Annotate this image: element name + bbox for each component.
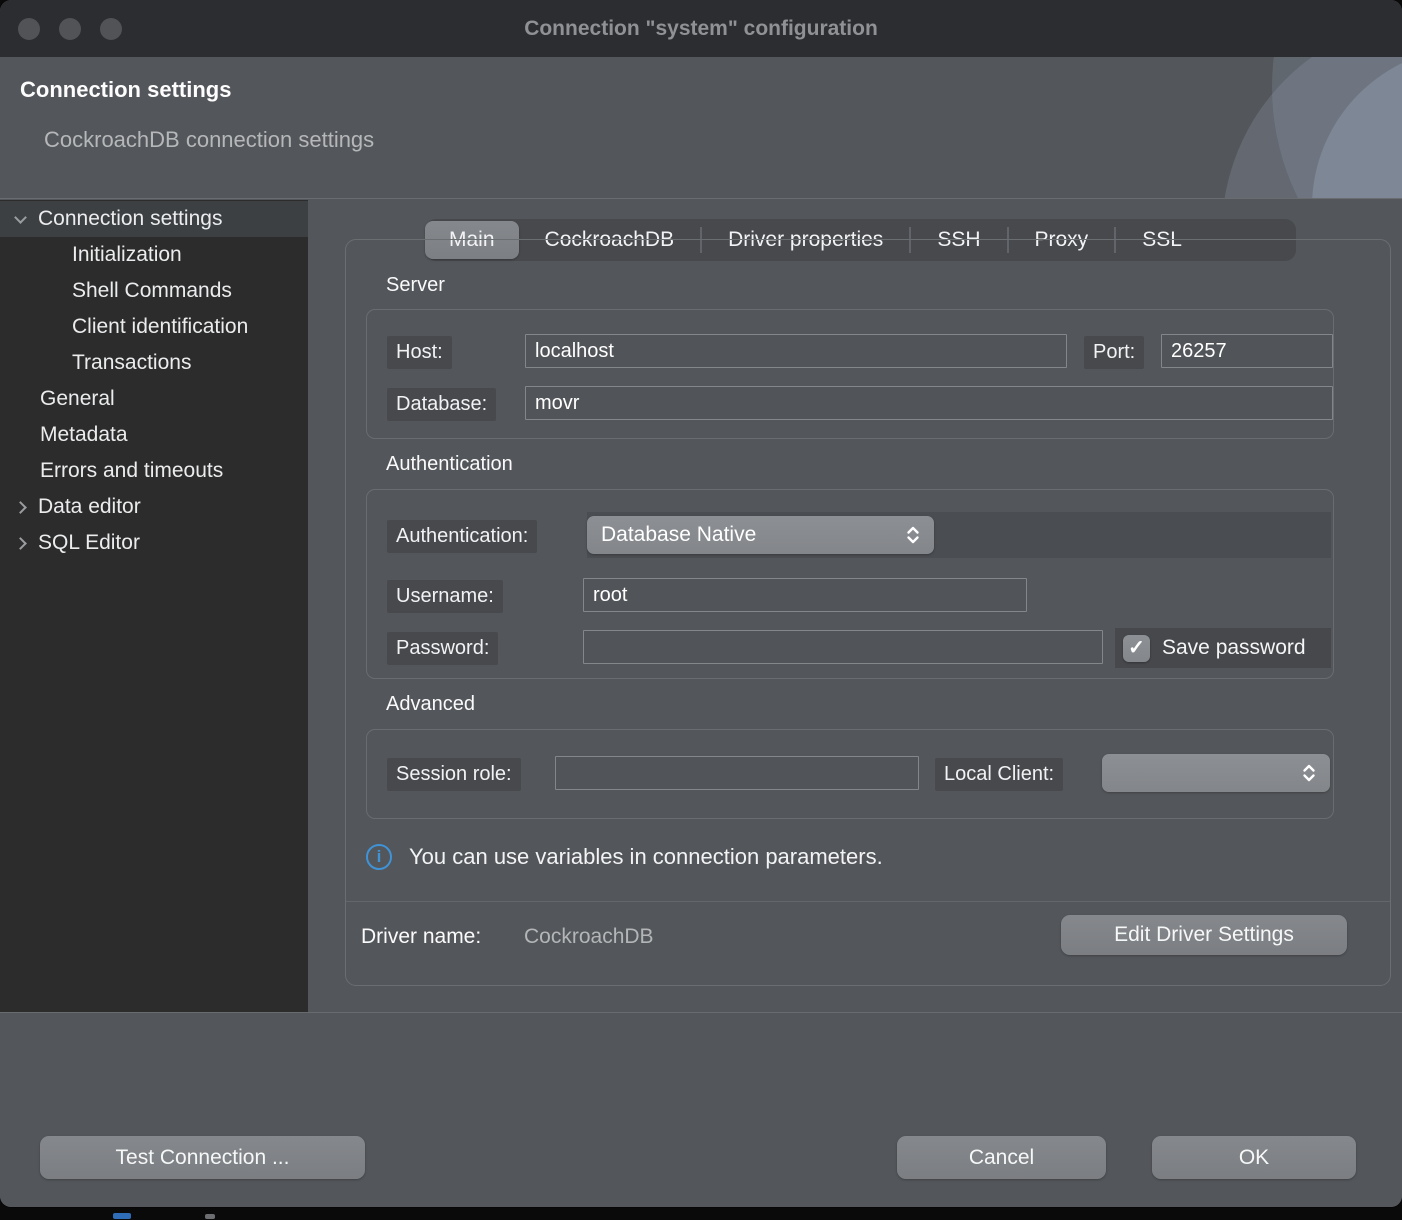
test-connection-button[interactable]: Test Connection ... (40, 1136, 365, 1179)
minimize-window-button[interactable] (59, 18, 81, 40)
sidebar-item-metadata[interactable]: Metadata (0, 417, 308, 453)
tree-chevron-icon (14, 501, 27, 514)
sidebar-item-data-editor[interactable]: Data editor (0, 489, 308, 525)
sidebar-item-initialization[interactable]: Initialization (0, 237, 308, 273)
advanced-group-title: Advanced (386, 693, 475, 716)
authentication-select-value: Database Native (601, 523, 896, 547)
variables-hint: i You can use variables in connection pa… (366, 844, 883, 870)
driver-name-label: Driver name: (361, 925, 481, 949)
dialog-footer: Test Connection ... Cancel OK (0, 1012, 1402, 1207)
desktop-artifact (113, 1213, 131, 1219)
connection-config-dialog: Connection "system" configuration Connec… (0, 0, 1402, 1207)
sidebar-item-label: Shell Commands (72, 279, 232, 303)
sidebar-item-client-identification[interactable]: Client identification (0, 309, 308, 345)
page-subtitle: CockroachDB connection settings (44, 127, 374, 153)
username-label: Username: (387, 580, 503, 613)
server-group-title: Server (386, 274, 445, 297)
ok-button[interactable]: OK (1152, 1136, 1356, 1179)
session-role-label: Session role: (387, 758, 521, 791)
authentication-group-title: Authentication (386, 453, 513, 476)
title-bar: Connection "system" configuration (0, 0, 1402, 57)
server-group: Host: Port: Database: (366, 309, 1334, 439)
sidebar-item-general[interactable]: General (0, 381, 308, 417)
port-input[interactable] (1161, 334, 1333, 368)
sidebar-item-shell-commands[interactable]: Shell Commands (0, 273, 308, 309)
database-input[interactable] (525, 386, 1333, 420)
port-label: Port: (1084, 336, 1144, 369)
page-title: Connection settings (20, 77, 231, 103)
sidebar-item-sql-editor[interactable]: SQL Editor (0, 525, 308, 561)
sidebar-item-label: Client identification (72, 315, 248, 339)
sidebar-item-errors-and-timeouts[interactable]: Errors and timeouts (0, 453, 308, 489)
cancel-button[interactable]: Cancel (897, 1136, 1106, 1179)
host-label: Host: (387, 336, 452, 369)
authentication-select[interactable]: Database Native (587, 516, 934, 554)
sidebar-item-label: General (40, 387, 115, 411)
sidebar-item-label: SQL Editor (38, 531, 140, 555)
session-role-input[interactable] (555, 756, 919, 790)
banner-swoosh-graphic (1092, 57, 1402, 199)
password-label: Password: (387, 632, 498, 665)
settings-tree: Connection settings Initialization Shell… (0, 200, 308, 1012)
sidebar-item-label: Transactions (72, 351, 191, 375)
main-area: Connection settings Initialization Shell… (0, 200, 1402, 1012)
close-window-button[interactable] (18, 18, 40, 40)
info-icon: i (366, 844, 392, 870)
authentication-label: Authentication: (387, 520, 537, 553)
tree-chevron-icon (14, 537, 27, 550)
sidebar-item-connection-settings[interactable]: Connection settings (0, 201, 308, 237)
tab-content-area: Main CockroachDB Driver properties SSH P… (308, 200, 1402, 1012)
tree-chevron-icon (14, 211, 27, 224)
sidebar-item-transactions[interactable]: Transactions (0, 345, 308, 381)
driver-section-divider (346, 901, 1390, 902)
desktop-artifact (205, 1214, 215, 1219)
updown-chevron-icon (906, 526, 920, 544)
sidebar-item-label: Metadata (40, 423, 128, 447)
advanced-group: Session role: Local Client: (366, 729, 1334, 819)
header-banner: Connection settings CockroachDB connecti… (0, 57, 1402, 199)
local-client-select[interactable] (1102, 754, 1330, 792)
traffic-lights (18, 18, 122, 40)
save-password-label: Save password (1162, 636, 1306, 660)
save-password-option: ✓ Save password (1115, 628, 1331, 668)
zoom-window-button[interactable] (100, 18, 122, 40)
sidebar-item-label: Errors and timeouts (40, 459, 223, 483)
window-title: Connection "system" configuration (524, 17, 878, 41)
edit-driver-settings-button[interactable]: Edit Driver Settings (1061, 915, 1347, 955)
sidebar-item-label: Data editor (38, 495, 141, 519)
username-input[interactable] (583, 578, 1027, 612)
updown-chevron-icon (1302, 764, 1316, 782)
driver-name-value: CockroachDB (524, 925, 654, 949)
host-input[interactable] (525, 334, 1067, 368)
sidebar-item-label: Connection settings (38, 207, 222, 231)
checkmark-icon: ✓ (1128, 638, 1145, 658)
variables-hint-text: You can use variables in connection para… (409, 844, 883, 870)
save-password-checkbox[interactable]: ✓ (1123, 635, 1150, 662)
database-label: Database: (387, 388, 496, 421)
local-client-label: Local Client: (935, 758, 1063, 791)
main-tab-panel: Server Host: Port: Database: Authenticat… (345, 239, 1391, 986)
authentication-group: Authentication: Database Native Username… (366, 489, 1334, 679)
sidebar-item-label: Initialization (72, 243, 182, 267)
password-input[interactable] (583, 630, 1103, 664)
